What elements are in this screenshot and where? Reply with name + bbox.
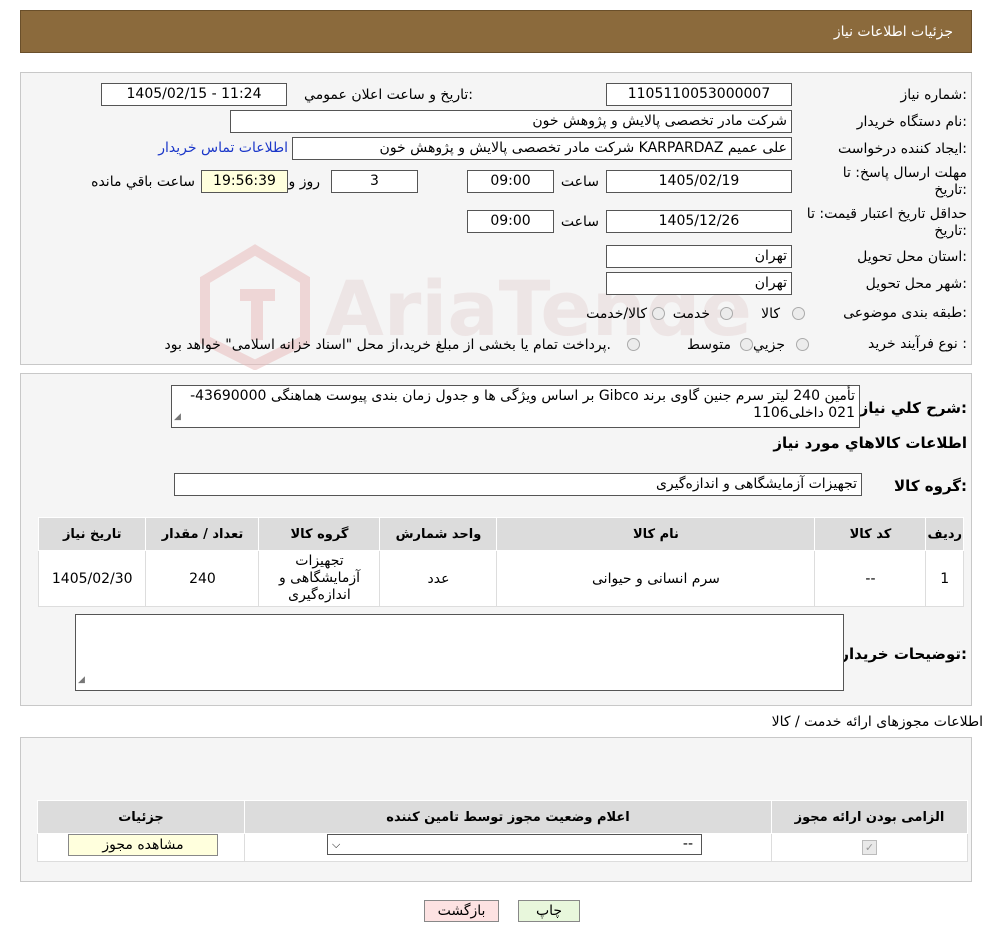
summary-label: شرح کلي نیاز: [859, 399, 967, 417]
category-option-service: خدمت [672, 306, 710, 322]
permit-status-value: -- [682, 836, 693, 852]
process-note: پرداخت تمام یا بخشی از مبلغ خرید،از محل … [164, 337, 611, 353]
col-unit: واحد شمارش [379, 517, 498, 551]
permits-title: اطلاعات مجوزهای ارائه خدمت / کالا [771, 714, 983, 730]
cell-code: -- [814, 550, 927, 607]
remaining-time-field: 19:56:39 [201, 170, 288, 193]
cell-permit-required: ✓ [771, 833, 968, 862]
category-option-goods-service: کالا/خدمت [586, 306, 647, 322]
creator-field: علی عمیم KARPARDAZ شرکت مادر تخصصی پالای… [292, 137, 792, 160]
summary-textarea[interactable]: تأمین 240 لیتر سرم جنین گاوی برند Gibco … [171, 385, 860, 428]
resize-grip-icon[interactable]: ◢ [78, 672, 85, 689]
validity-time-field: 09:00 [467, 210, 554, 233]
deadline-date-field: 1405/02/19 [606, 170, 792, 193]
goods-info-title: اطلاعات کالاهاي مورد نیاز [773, 434, 967, 452]
need-number-field: 1105110053000007 [606, 83, 792, 106]
validity-label: حداقل تاریخ اعتبار قیمت: تا [806, 206, 967, 222]
deadline-time-label: ساعت [560, 174, 599, 190]
col-group: گروه کالا [258, 517, 381, 551]
city-label: شهر محل تحویل: [865, 276, 967, 292]
permit-status-select[interactable]: ⌵ -- [327, 834, 702, 855]
cell-qty: 240 [145, 550, 260, 607]
goods-table-header: ردیف کد کالا نام کالا واحد شمارش گروه کا… [37, 517, 964, 551]
chevron-down-icon: ⌵ [332, 838, 341, 851]
page-header: جزئیات اطلاعات نیاز [20, 10, 972, 53]
validity-date-field: 1405/12/26 [606, 210, 792, 233]
category-label: طبقه بندی موضوعی: [843, 305, 967, 321]
days-field: 3 [331, 170, 418, 193]
cell-date: 1405/02/30 [37, 550, 147, 607]
category-radio-goods-service[interactable] [652, 307, 665, 320]
col-name: نام کالا [496, 517, 816, 551]
category-radio-goods[interactable] [792, 307, 805, 320]
view-permit-button[interactable]: مشاهده مجوز [68, 834, 218, 856]
province-label: استان محل تحویل: [857, 249, 967, 265]
goods-group-field: تجهیزات آزمایشگاهی و اندازه‌گیری [174, 473, 862, 496]
process-radio-treasury[interactable] [627, 338, 640, 351]
process-label: نوع فرآیند خرید : [868, 336, 967, 352]
col-permit-required: الزامی بودن ارائه مجوز [771, 800, 968, 834]
col-permit-details: جزئیات [37, 800, 245, 834]
goods-table: ردیف کد کالا نام کالا واحد شمارش گروه کا… [37, 517, 964, 607]
buyer-org-label: نام دستگاه خریدار: [856, 114, 967, 130]
deadline-time-field: 09:00 [467, 170, 554, 193]
resize-grip-icon[interactable]: ◢ [174, 409, 181, 426]
validity-time-label: ساعت [560, 214, 599, 230]
col-code: کد کالا [814, 517, 927, 551]
cell-group: تجهیزات آزمایشگاهی و اندازه‌گیری [258, 550, 381, 607]
deadline-label-date: تاریخ: [934, 182, 967, 198]
permit-required-checkbox[interactable]: ✓ [862, 840, 877, 855]
city-field: تهران [606, 272, 792, 295]
process-option-medium: متوسط [687, 337, 731, 353]
deadline-label: مهلت ارسال پاسخ: تا [842, 165, 967, 181]
summary-text: تأمین 240 لیتر سرم جنین گاوی برند Gibco … [190, 388, 855, 421]
buyer-contact-link[interactable]: اطلاعات تماس خریدار [158, 140, 288, 156]
cell-unit: عدد [379, 550, 498, 607]
announce-field: 1405/02/15 - 11:24 [101, 83, 287, 106]
buyer-notes-label: توضیحات خریدار: [840, 645, 967, 663]
validity-label-date: تاریخ: [934, 223, 967, 239]
need-number-label: شماره نیاز: [900, 87, 967, 103]
days-label: روز و [288, 174, 321, 190]
creator-label: ایجاد کننده درخواست: [838, 141, 967, 157]
col-date: تاریخ نیاز [37, 517, 147, 551]
print-button[interactable]: چاپ [518, 900, 580, 922]
goods-group-label: گروه کالا: [894, 477, 967, 495]
remaining-label: ساعت باقي مانده [91, 174, 195, 190]
back-button[interactable]: بازگشت [424, 900, 499, 922]
category-option-goods: کالا [761, 306, 780, 322]
category-radio-service[interactable] [720, 307, 733, 320]
process-option-minor: جزیي [753, 337, 785, 353]
announce-label: تاریخ و ساعت اعلان عمومي: [304, 87, 473, 103]
cell-row: 1 [925, 550, 964, 607]
col-permit-status: اعلام وضعیت مجوز توسط تامین کننده [244, 800, 772, 834]
col-qty: تعداد / مقدار [145, 517, 260, 551]
cell-name: سرم انسانی و حیوانی [496, 550, 816, 607]
process-radio-medium[interactable] [740, 338, 753, 351]
province-field: تهران [606, 245, 792, 268]
buyer-notes-textarea[interactable]: ◢ [75, 614, 844, 691]
process-radio-minor[interactable] [796, 338, 809, 351]
buyer-org-field: شرکت مادر تخصصی پالایش و پژوهش خون [230, 110, 792, 133]
permits-table-header: الزامی بودن ارائه مجوز اعلام وضعیت مجوز … [37, 800, 968, 834]
table-row: 1 -- سرم انسانی و حیوانی عدد تجهیزات آزم… [37, 550, 964, 607]
page-title: جزئیات اطلاعات نیاز [833, 24, 953, 40]
col-row: ردیف [925, 517, 964, 551]
